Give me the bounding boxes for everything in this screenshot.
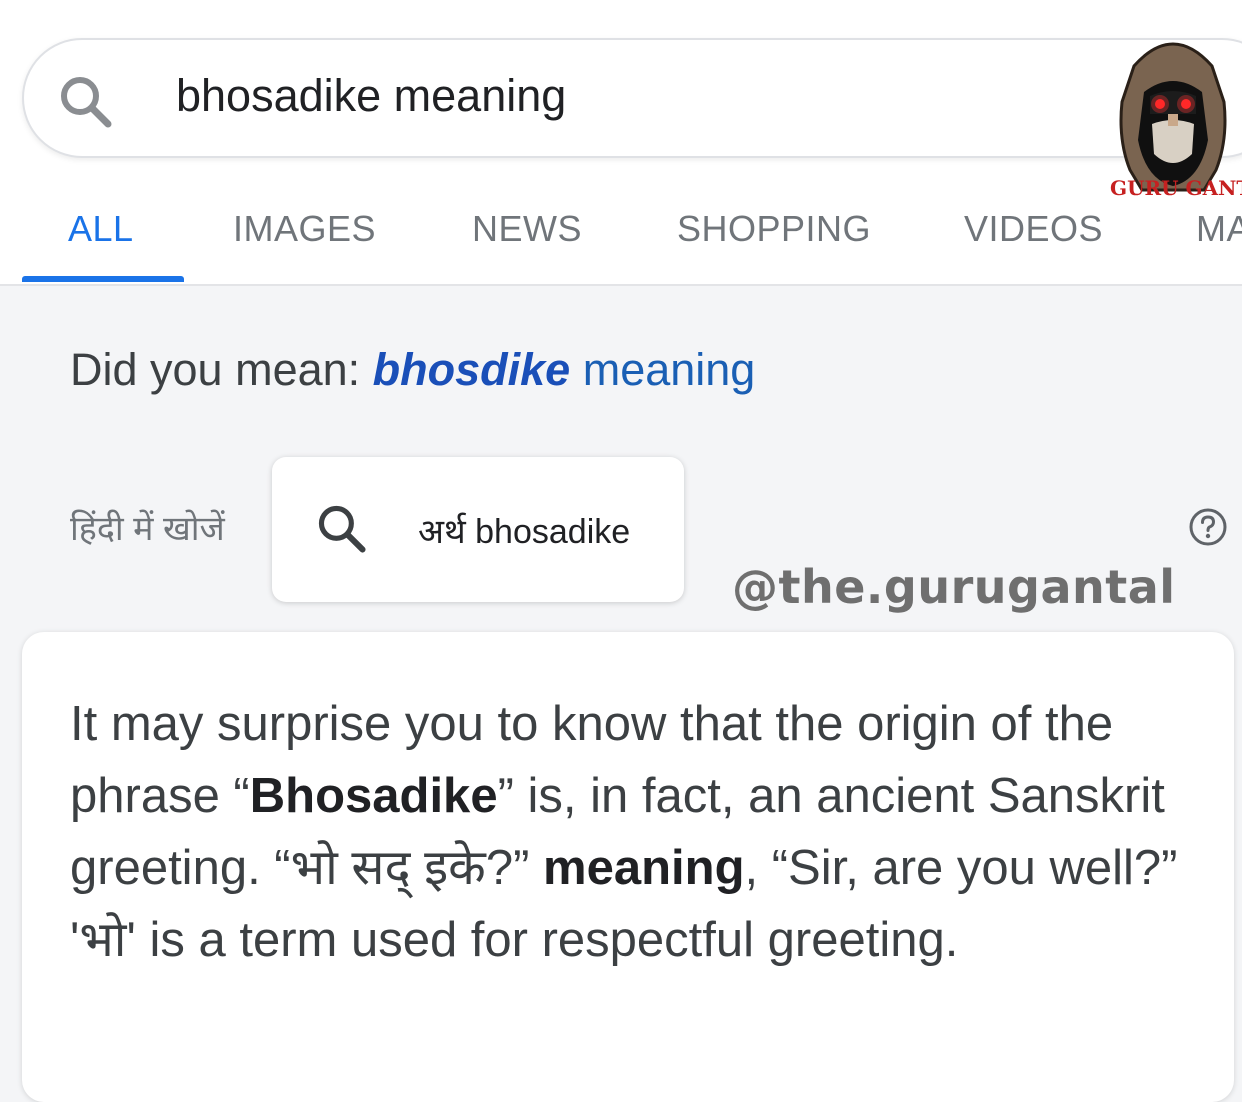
guru-gantal-logo bbox=[1119, 42, 1227, 192]
did-you-mean-prefix: Did you mean: bbox=[70, 344, 373, 395]
tab-shopping[interactable]: SHOPPING bbox=[677, 208, 871, 250]
logo-text: GURU GANTAL bbox=[1110, 176, 1242, 200]
search-tabs: ALL IMAGES NEWS SHOPPING VIDEOS MA bbox=[0, 196, 1242, 286]
search-icon bbox=[318, 505, 366, 553]
did-you-mean: Did you mean: bhosdike meaning bbox=[70, 344, 755, 396]
tab-more[interactable]: MA bbox=[1196, 208, 1242, 250]
did-you-mean-bold[interactable]: bhosdike bbox=[373, 344, 571, 395]
answer-card: It may surprise you to know that the ori… bbox=[22, 632, 1234, 1102]
hindi-search-chip-text[interactable]: अर्थ bhosadike bbox=[418, 507, 630, 553]
answer-bold-term: meaning bbox=[543, 841, 745, 895]
hindi-search-label: हिंदी में खोजें bbox=[70, 510, 225, 548]
hindi-search-chip[interactable]: अर्थ bhosadike bbox=[272, 457, 684, 602]
search-input[interactable]: bhosadike meaning bbox=[176, 70, 566, 122]
tabs-divider bbox=[0, 284, 1242, 286]
tab-videos[interactable]: VIDEOS bbox=[964, 208, 1103, 250]
help-circle-icon[interactable] bbox=[1188, 507, 1228, 547]
search-bar[interactable]: bhosadike meaning bbox=[22, 38, 1242, 158]
tab-all[interactable]: ALL bbox=[68, 208, 134, 250]
answer-bold-term: Bhosadike bbox=[249, 769, 498, 823]
watermark-handle: @the.gurugantal bbox=[732, 560, 1176, 614]
tab-news[interactable]: NEWS bbox=[472, 208, 582, 250]
answer-text: It may surprise you to know that the ori… bbox=[70, 688, 1210, 976]
active-tab-indicator bbox=[22, 276, 184, 282]
did-you-mean-link[interactable]: bhosdike meaning bbox=[373, 344, 756, 395]
did-you-mean-rest[interactable]: meaning bbox=[570, 344, 756, 395]
tab-images[interactable]: IMAGES bbox=[233, 208, 376, 250]
search-icon[interactable] bbox=[56, 72, 116, 132]
